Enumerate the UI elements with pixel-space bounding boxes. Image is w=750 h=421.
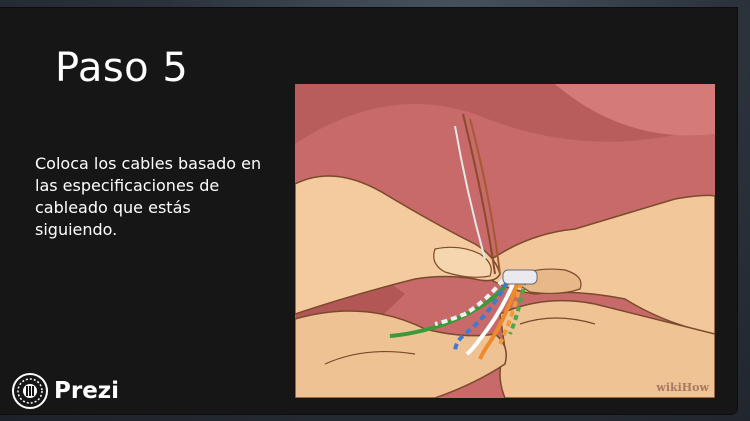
wikihow-watermark: wikiHow	[656, 381, 709, 394]
hands-wiring-illustration	[295, 84, 715, 398]
illustration-image: wikiHow	[295, 84, 715, 398]
slide: Paso 5 Coloca los cables basado en las e…	[0, 8, 737, 414]
prezi-logo-text: Prezi	[54, 378, 120, 404]
prezi-branding[interactable]: Prezi	[12, 372, 119, 410]
slide-title: Paso 5	[55, 45, 189, 91]
slide-body-text: Coloca los cables basado en las especifi…	[35, 154, 262, 239]
prezi-logo-icon	[12, 373, 48, 409]
